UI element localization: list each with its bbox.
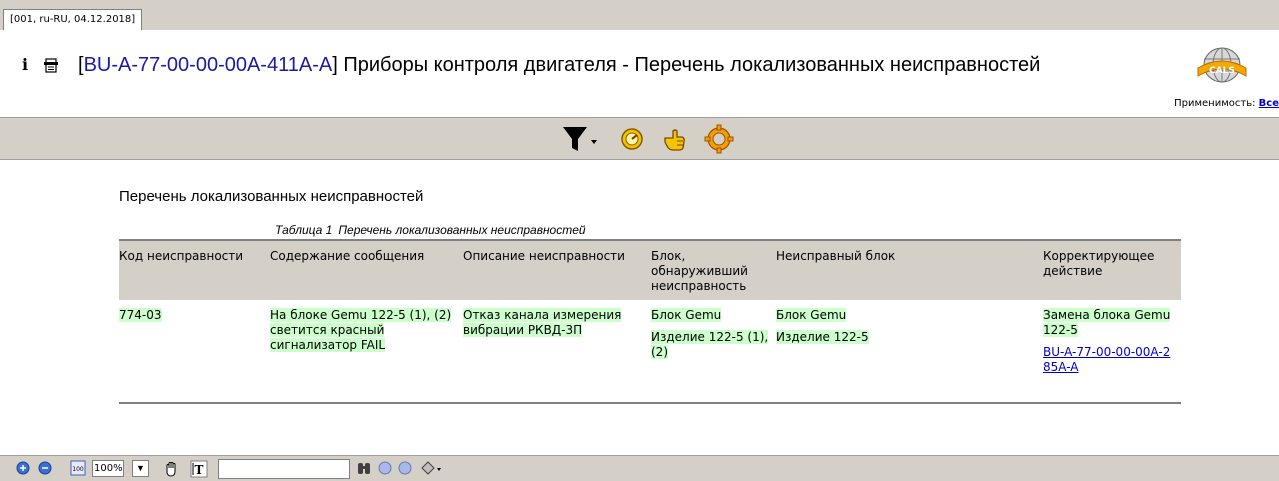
gauge-icon[interactable] [619,124,645,154]
zoom-percent-icon[interactable]: 100 [70,460,86,476]
bottom-toolbar: 100 100% ▼ T [0,455,1279,481]
fault-description: Отказ канала измерения вибрации РКВД-3П [463,308,622,337]
search-input[interactable] [218,459,350,479]
dropdown-arrow-icon[interactable] [590,124,598,154]
zoom-level-field[interactable]: 100% [92,460,124,477]
column-header: Неисправный блок [776,239,1043,300]
cals-globe-logo: CALS [1197,47,1247,83]
binoculars-icon[interactable] [356,460,372,476]
zoom-out-icon[interactable] [38,460,52,476]
fault-code: 774-03 [119,308,162,322]
faulty-unit: Блок Gemu [776,308,847,322]
highlight-options-icon[interactable] [420,460,442,476]
fault-code-cell: 774-03 [119,300,270,403]
detecting-unit-cell: Блок Gemu Изделие 122-5 (1), (2) [651,300,776,403]
column-header: Содержание сообщения [270,239,463,300]
table-caption: Таблица 1 Перечень локализованных неиспра… [275,223,586,237]
section-title: Перечень локализованных неисправностей [119,188,424,205]
column-header: Корректирующее действие [1043,239,1181,300]
hand-pointer-icon[interactable] [662,124,688,154]
info-icon[interactable]: i [22,57,28,73]
text-select-icon[interactable]: T [190,460,208,478]
prev-icon[interactable] [378,460,392,476]
column-header: Описание неисправности [463,239,651,300]
column-header: Код неисправности [119,239,270,300]
data-module-code: BU-A-77-00-00-00A-411A-A [83,54,333,76]
gear-icon[interactable] [704,124,734,154]
description-cell: Отказ канала измерения вибрации РКВД-3П [463,300,651,403]
message-cell: На блоке Gemu 122-5 (1), (2) светится кр… [270,300,463,403]
faulty-item: Изделие 122-5 [776,330,869,344]
toolbar [0,117,1279,160]
table-caption-text: Перечень локализованных неисправностей [338,223,586,237]
detecting-item: Изделие 122-5 (1), (2) [651,330,769,359]
applicability: Применимость: Все [1174,98,1279,109]
chevron-down-icon[interactable]: ▼ [132,460,149,477]
page-title: [BU-A-77-00-00-00A-411A-A] Приборы контр… [78,52,1040,78]
faulty-unit-cell: Блок Gemu Изделие 122-5 [776,300,1043,403]
table-row: 774-03 На блоке Gemu 122-5 (1), (2) свет… [119,300,1181,403]
pan-hand-icon[interactable] [163,460,181,478]
table-caption-label: Таблица 1 [275,223,333,237]
zoom-in-icon[interactable] [16,460,30,476]
filter-icon[interactable] [562,124,588,154]
fault-table: Код неисправности Содержание сообщения О… [119,239,1181,404]
corrective-action-link[interactable]: BU-A-77-00-00-00A-285A-A [1043,345,1170,374]
corrective-action: Замена блока Gemu 122-5 [1043,308,1171,337]
next-icon[interactable] [398,460,412,476]
document-tab[interactable]: [001, ru-RU, 04.12.2018] [3,9,143,30]
title-row: i [BU-A-77-00-00-00A-411A-A] Приборы кон… [0,44,1279,84]
action-cell: Замена блока Gemu 122-5 BU-A-77-00-00-00… [1043,300,1181,403]
svg-text:T: T [195,463,204,477]
applicability-link[interactable]: Все [1259,98,1279,109]
column-header: Блок, обнаруживший неисправность [651,239,776,300]
title-text: Приборы контроля двигателя - Перечень ло… [337,54,1041,76]
table-header-row: Код неисправности Содержание сообщения О… [119,239,1181,300]
svg-text:CALS: CALS [1209,66,1235,76]
document-properties-icon[interactable] [44,58,58,73]
tab-bar: [001, ru-RU, 04.12.2018] [0,0,1279,30]
zoom-percent-text: 100 [72,466,84,473]
fault-message: На блоке Gemu 122-5 (1), (2) светится кр… [270,308,452,352]
detecting-unit: Блок Gemu [651,308,722,322]
applicability-label: Применимость: [1174,98,1256,109]
